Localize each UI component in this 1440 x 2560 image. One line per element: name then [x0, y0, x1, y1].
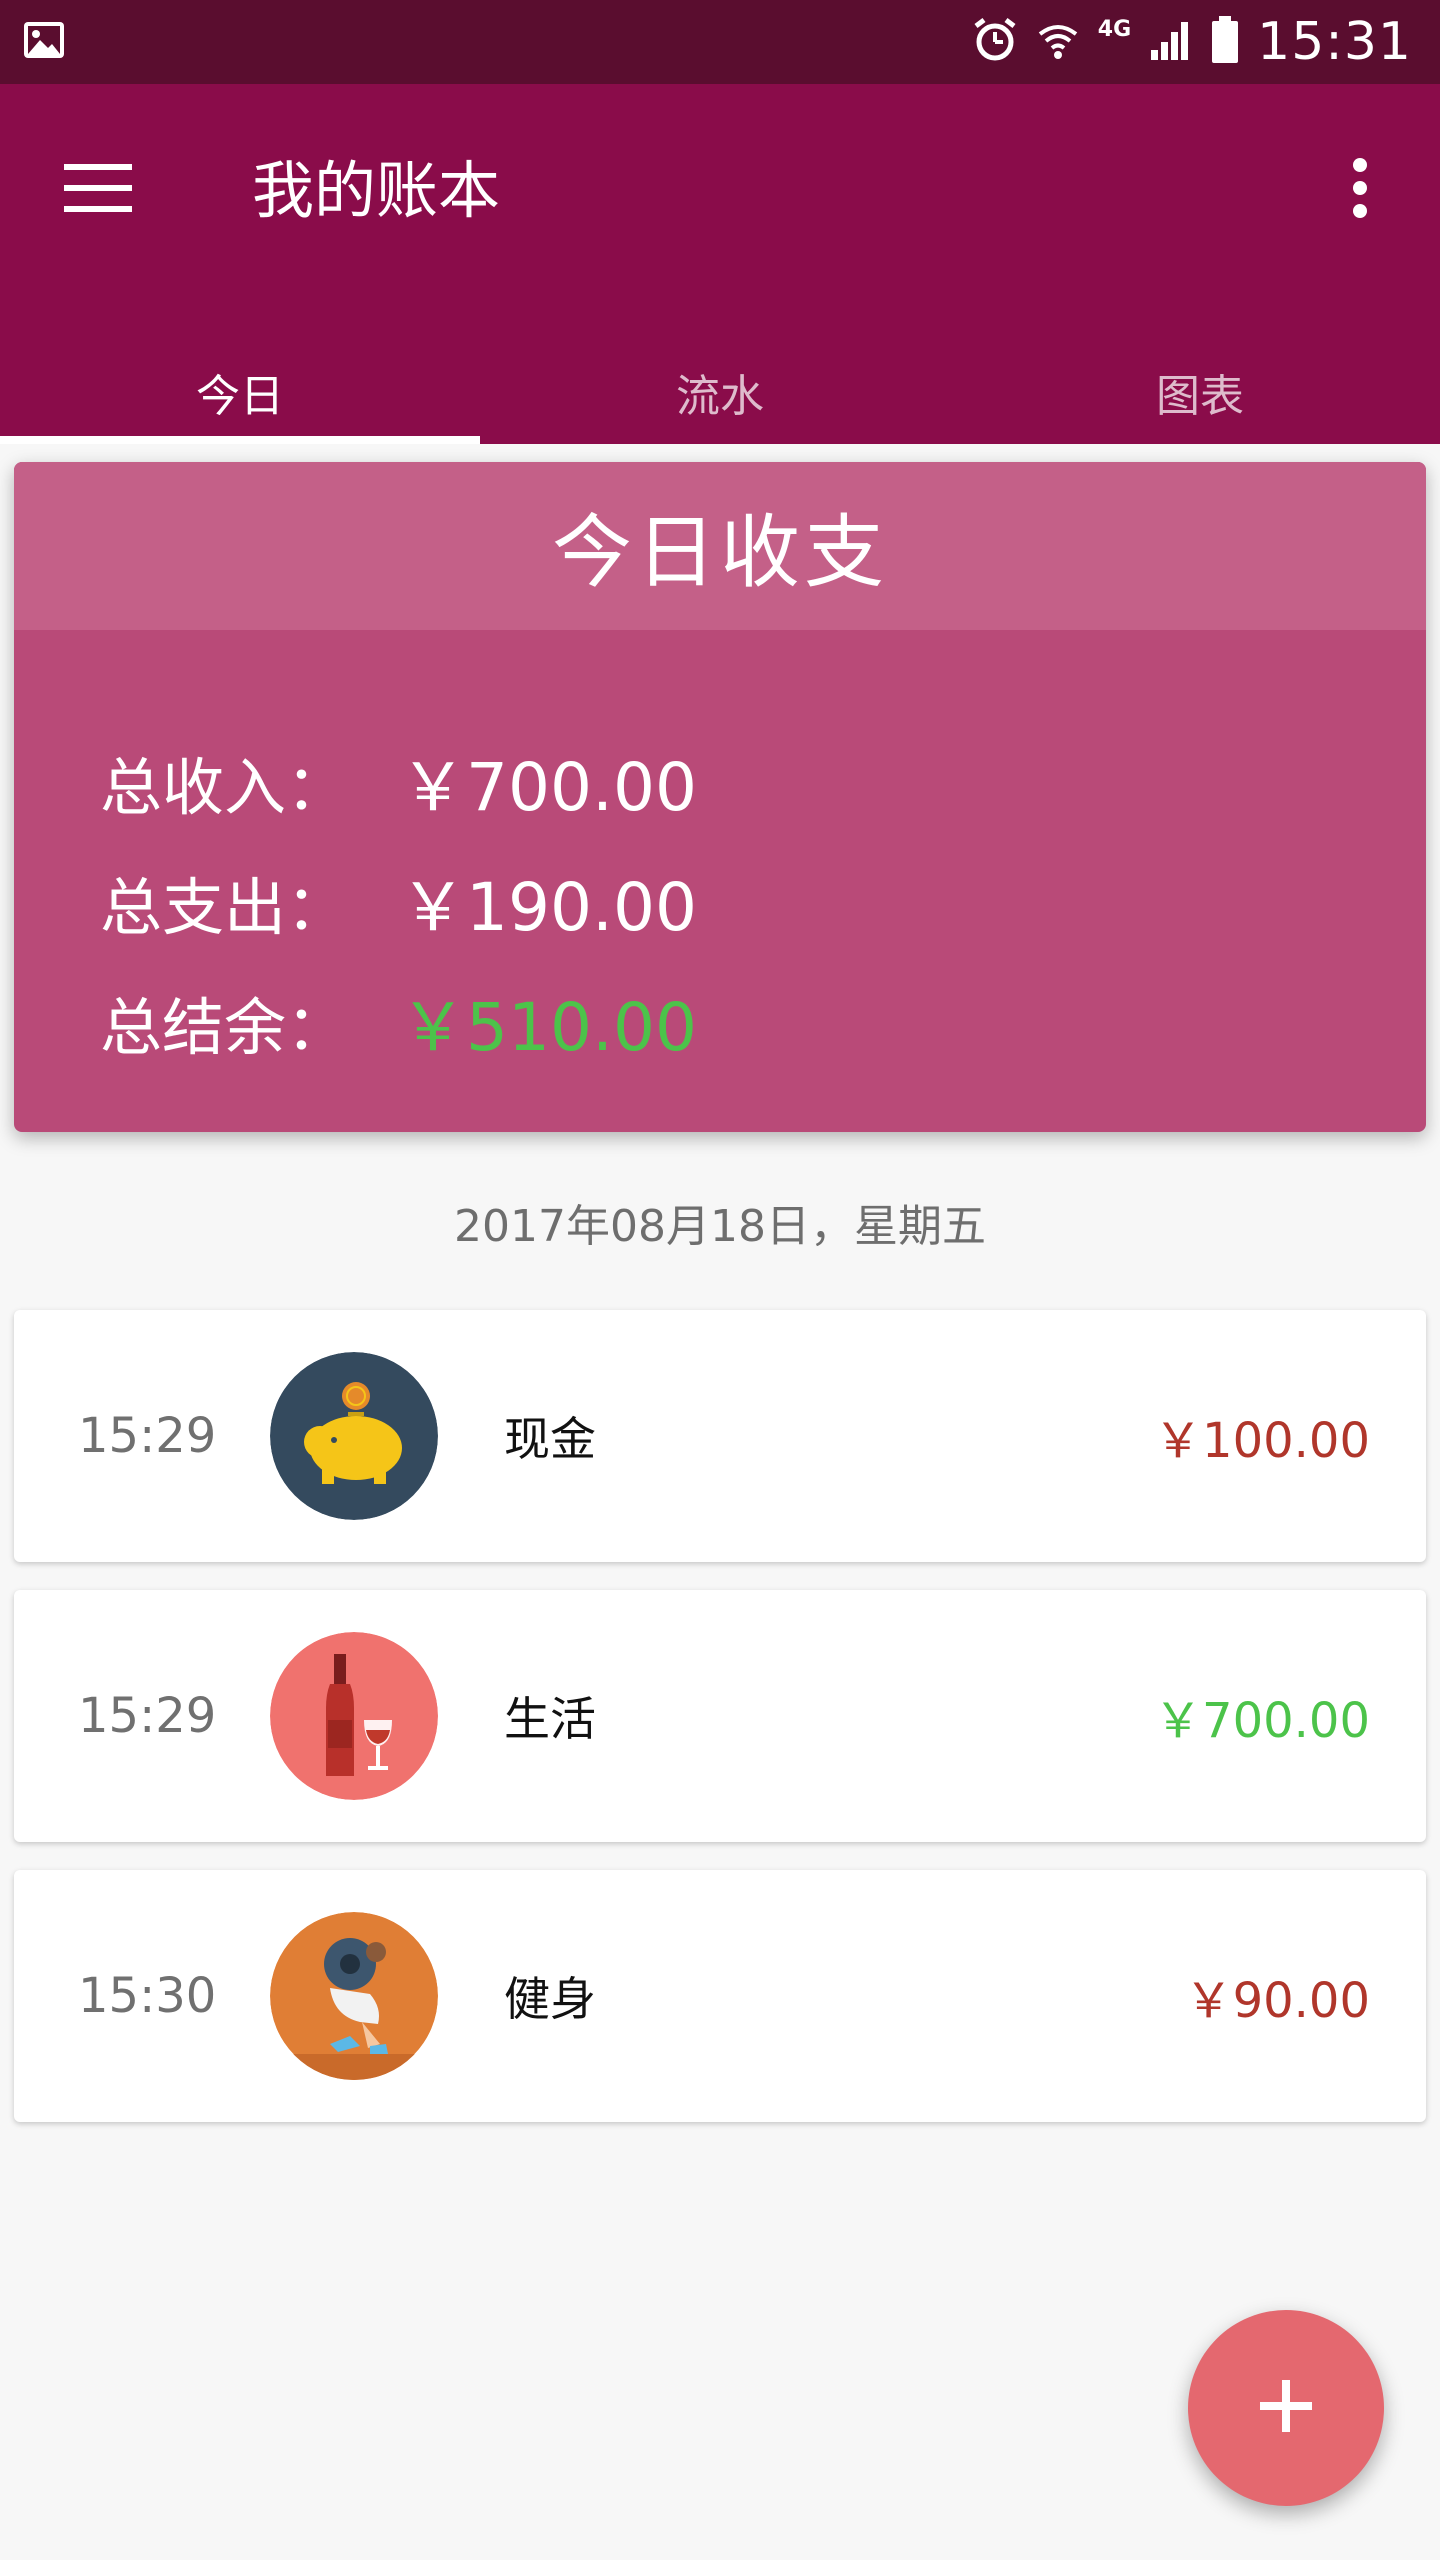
income-value: ￥700.00 [400, 749, 697, 826]
income-label: 总收入： [100, 751, 349, 824]
alarm-icon [972, 17, 1018, 67]
list-item[interactable]: 15:30 健身 ￥90.00 [14, 1870, 1426, 2122]
more-vert-icon [1352, 158, 1368, 222]
tab-chart[interactable]: 图表 [960, 360, 1440, 444]
tab-today[interactable]: 今日 [0, 360, 480, 444]
tab-flow[interactable]: 流水 [480, 360, 960, 444]
tab-bar: 今日 流水 图表 [0, 360, 1440, 444]
record-time: 15:29 [78, 1688, 217, 1744]
expense-value: ￥190.00 [400, 869, 697, 946]
date-header: 2017年08月18日，星期五 [454, 1201, 986, 1252]
summary-title: 今日收支 [14, 462, 1426, 630]
balance-label: 总结余： [100, 991, 349, 1064]
record-time: 15:30 [78, 1968, 217, 2024]
record-category: 生活 [504, 1692, 596, 1746]
network-type: 4G [1097, 16, 1132, 42]
image-icon [22, 20, 66, 60]
expense-label: 总支出： [100, 871, 349, 944]
status-bar: 4G 15:31 [0, 0, 1440, 84]
list-item[interactable]: 15:29 生活 ￥700.00 [14, 1590, 1426, 1842]
summary-row-income: 总收入： ￥700.00 [100, 722, 697, 842]
app-bar: 我的账本 今日 流水 图表 [0, 84, 1440, 444]
record-amount: ￥90.00 [1184, 1973, 1370, 2029]
wifi-icon [1036, 18, 1080, 66]
list-item[interactable]: 15:29 现金 ￥100.00 [14, 1310, 1426, 1562]
summary-card: 今日收支 总收入： ￥700.00 总支出： ￥190.00 总结余： ￥510… [14, 462, 1426, 1132]
record-time: 15:29 [78, 1408, 217, 1464]
menu-button[interactable] [52, 144, 144, 236]
balance-value: ￥510.00 [400, 989, 697, 1066]
signal-icon [1149, 18, 1193, 66]
add-icon [1258, 2378, 1314, 2438]
more-options-button[interactable] [1320, 144, 1400, 236]
summary-row-balance: 总结余： ￥510.00 [100, 962, 697, 1082]
record-category: 健身 [504, 1972, 596, 2026]
page-title: 我的账本 [252, 154, 501, 227]
tab-indicator [0, 436, 480, 444]
record-amount: ￥700.00 [1154, 1693, 1370, 1749]
status-time: 15:31 [1257, 12, 1412, 72]
add-record-button[interactable] [1188, 2310, 1384, 2506]
hamburger-menu-icon [64, 162, 132, 218]
record-amount: ￥100.00 [1154, 1413, 1370, 1469]
summary-row-expense: 总支出： ￥190.00 [100, 842, 697, 962]
battery-icon [1211, 16, 1239, 68]
wine-bottle-icon [270, 1632, 438, 1800]
record-category: 现金 [504, 1412, 596, 1466]
fitness-icon [270, 1912, 438, 2080]
piggy-bank-icon [270, 1352, 438, 1520]
